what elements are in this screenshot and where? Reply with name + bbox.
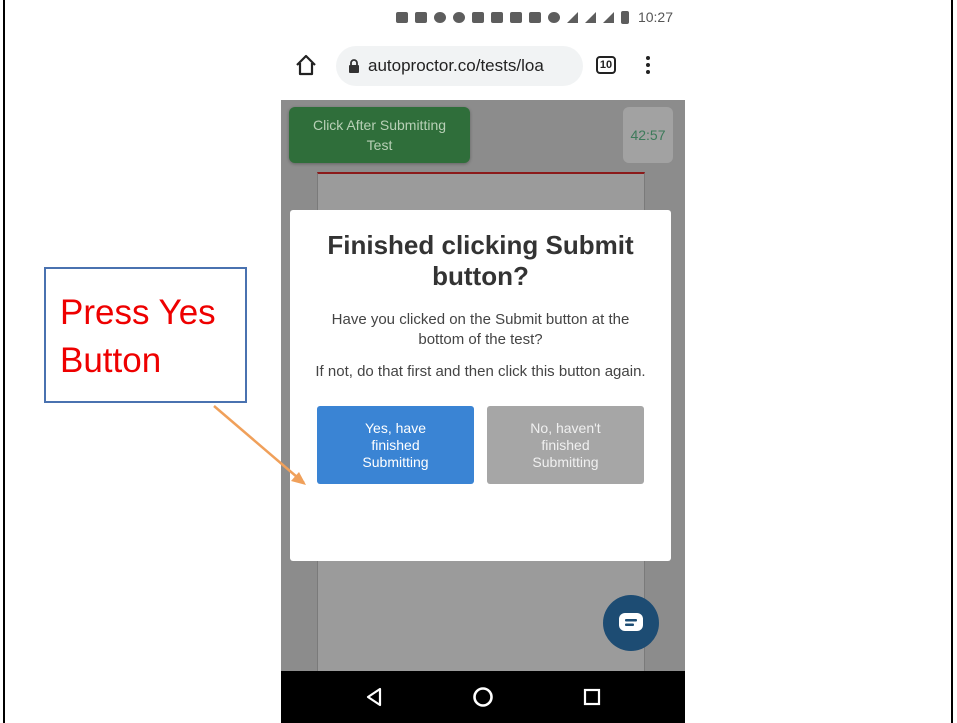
- cast-icon: [471, 11, 484, 23]
- home-icon[interactable]: [293, 52, 319, 78]
- signal-icon: [584, 11, 596, 23]
- wifi-icon: [566, 11, 578, 23]
- chat-icon: [619, 613, 643, 631]
- annotation-callout: Press Yes Button: [44, 267, 247, 403]
- confirm-dialog: Finished clicking Submit button? Have yo…: [290, 210, 671, 561]
- browser-toolbar: autoproctor.co/tests/loa 10: [281, 34, 685, 100]
- clock: 10:27: [637, 9, 673, 25]
- signal-2-icon: [602, 11, 614, 23]
- no-not-finished-button[interactable]: No, haven't finished Submitting: [487, 406, 644, 484]
- address-field[interactable]: autoproctor.co/tests/loa: [336, 46, 583, 86]
- phone-screen: 10:27 autoproctor.co/tests/loa 10 Click …: [281, 0, 685, 723]
- chat-button[interactable]: [603, 595, 659, 651]
- screenshot-icon: [490, 11, 503, 23]
- annotation-line1: Press Yes: [60, 293, 216, 332]
- annotation-line2: Button: [60, 341, 162, 380]
- dialog-buttons: Yes, have finished Submitting No, haven'…: [306, 406, 655, 484]
- record-icon: [452, 11, 465, 23]
- tabs-icon[interactable]: 10: [596, 56, 616, 74]
- timer: 42:57: [623, 107, 673, 163]
- android-nav-bar: [281, 671, 685, 723]
- recents-icon[interactable]: [583, 688, 601, 706]
- click-after-submitting-button[interactable]: Click After Submitting Test: [289, 107, 470, 163]
- app-icon: [433, 11, 446, 23]
- menu-icon[interactable]: [643, 52, 653, 78]
- url-text: autoproctor.co/tests/loa: [368, 56, 544, 75]
- yes-finished-button[interactable]: Yes, have finished Submitting: [317, 406, 474, 484]
- data-icon: [528, 11, 541, 23]
- notification-icon: [395, 11, 408, 23]
- lock-icon: [349, 59, 359, 73]
- back-icon[interactable]: [365, 687, 383, 707]
- dialog-body-question: Have you clicked on the Submit button at…: [331, 311, 630, 348]
- image-icon: [509, 11, 522, 23]
- gallery-icon: [414, 11, 427, 23]
- battery-icon: [620, 10, 629, 24]
- dialog-body-instruction: If not, do that first and then click thi…: [315, 363, 646, 380]
- home-nav-icon[interactable]: [472, 686, 494, 708]
- status-bar: 10:27: [281, 0, 685, 34]
- dialog-title: Finished clicking Submit button?: [327, 230, 634, 291]
- page-content: Click After Submitting Test 42:57 Finish…: [281, 100, 685, 673]
- alarm-icon: [547, 11, 560, 23]
